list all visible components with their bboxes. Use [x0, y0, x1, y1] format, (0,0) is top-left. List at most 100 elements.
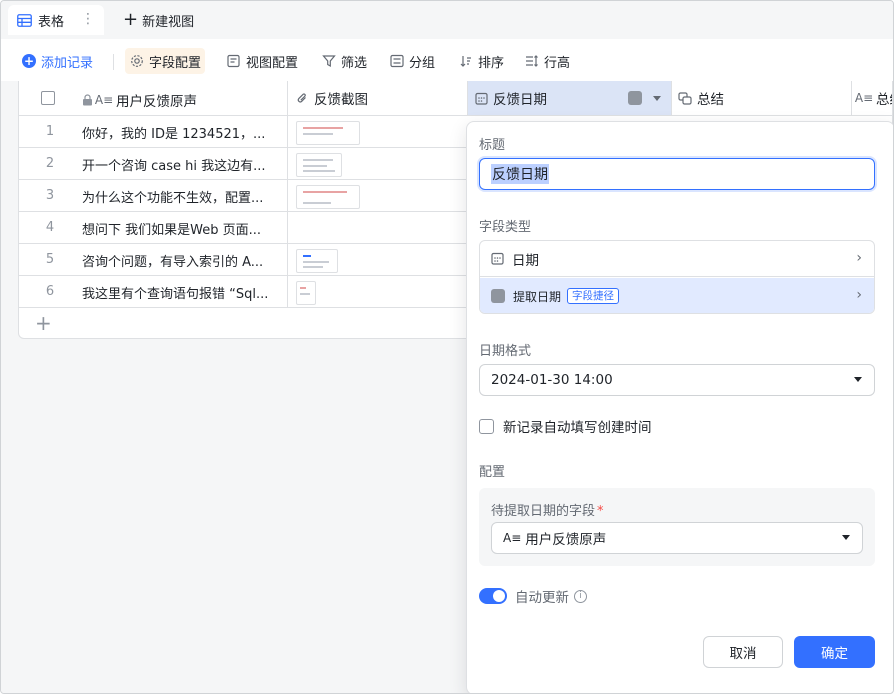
field-type-date-option[interactable]: 日期 ›	[480, 241, 874, 277]
feedback-cell[interactable]: 为什么这个功能不生效，配置...	[82, 187, 282, 206]
table-row[interactable]: 4 想问下 我们如果是Web 页面...	[19, 212, 468, 244]
date-format-value: 2024-01-30 14:00	[491, 372, 613, 388]
header-screenshot-column[interactable]: 反馈截图	[287, 81, 467, 116]
chevron-right-icon: ›	[856, 287, 862, 303]
screenshot-thumbnail[interactable]	[296, 281, 316, 305]
group-icon	[389, 54, 404, 69]
table-row[interactable]: 2 开一个咨询 case hi 我这边有...	[19, 148, 468, 180]
field-type-list: 日期 › 提取日期 字段捷径 ›	[479, 240, 875, 314]
column-header-label: 总结	[697, 92, 724, 108]
chevron-down-icon[interactable]	[653, 96, 661, 101]
feedback-cell[interactable]: 你好，我的 ID是 1234521，...	[82, 123, 282, 142]
shortcut-badge: 字段捷径	[567, 288, 620, 304]
auto-update-toggle[interactable]	[479, 588, 507, 604]
column-divider	[467, 81, 468, 116]
table-row[interactable]: 3 为什么这个功能不生效，配置...	[19, 180, 468, 212]
info-icon[interactable]: i	[574, 589, 587, 603]
row-height-label: 行高	[544, 55, 571, 71]
view-config-button[interactable]: 视图配置	[222, 48, 302, 74]
field-shortcut-option[interactable]: 提取日期 字段捷径 ›	[480, 278, 874, 313]
table-row[interactable]: 5 咨询个问题，有导入索引的 A...	[19, 244, 468, 276]
screenshot-thumbnail[interactable]	[296, 185, 360, 209]
text-field-icon: A≡	[503, 531, 522, 545]
toolbar: + 添加记录 字段配置 视图配置 筛选 分组 排序 行高	[1, 39, 893, 81]
row-height-icon	[524, 54, 539, 69]
feedback-cell[interactable]: 咨询个问题，有导入索引的 A...	[82, 251, 282, 270]
view-tabs-bar: 表格 ⋮ + 新建视图	[1, 1, 893, 39]
filter-button[interactable]: 筛选	[317, 48, 371, 74]
field-config-panel: 标题 反馈日期 字段类型 日期 › 提取日期 字段捷径 › 日期格式 2024-…	[466, 121, 893, 693]
view-config-icon	[226, 54, 241, 69]
header-primary-column[interactable]: A≡ 用户反馈原声	[19, 81, 287, 116]
source-field-select[interactable]: A≡ 用户反馈原声	[491, 522, 863, 554]
column-divider	[851, 81, 852, 116]
text-field-icon: A≡	[854, 91, 874, 105]
header-summary-column-2[interactable]: A≡ 总结	[851, 81, 892, 116]
add-record-button[interactable]: + 添加记录	[18, 48, 97, 74]
sort-label: 排序	[478, 55, 505, 71]
plus-circle-icon: +	[22, 54, 36, 68]
screenshot-thumbnail[interactable]	[296, 121, 360, 145]
field-title-value: 反馈日期	[491, 164, 549, 184]
auto-update-option: 自动更新 i	[479, 586, 587, 606]
header-summary-column[interactable]: 总结	[671, 81, 851, 116]
screenshot-thumbnail[interactable]	[296, 153, 342, 177]
caret-down-icon	[842, 535, 850, 540]
select-all-checkbox[interactable]	[41, 91, 55, 105]
required-mark: *	[597, 504, 604, 519]
feedback-cell[interactable]: 我这里有个查询语句报错 “Sql...	[82, 283, 282, 302]
field-config-label: 字段配置	[149, 55, 202, 71]
field-title-input[interactable]: 反馈日期	[479, 158, 875, 190]
title-label: 标题	[479, 138, 506, 153]
calendar-icon	[491, 252, 504, 265]
table-icon	[17, 13, 32, 27]
row-number: 4	[45, 220, 55, 235]
auto-update-label: 自动更新	[515, 590, 569, 606]
add-row-button[interactable]: +	[35, 313, 52, 333]
tab-label: 表格	[38, 14, 65, 30]
field-type-label: 字段类型	[479, 220, 532, 235]
config-section: 待提取日期的字段 * A≡ 用户反馈原声	[479, 488, 875, 566]
chevron-right-icon: ›	[856, 250, 862, 266]
confirm-button[interactable]: 确定	[794, 636, 875, 668]
new-view-button[interactable]: + 新建视图	[123, 5, 194, 35]
column-header-label: 用户反馈原声	[116, 94, 197, 110]
lock-icon	[83, 94, 92, 106]
row-number: 5	[45, 252, 55, 267]
auto-fill-option[interactable]: 新记录自动填写创建时间	[479, 416, 652, 436]
feedback-cell[interactable]: 想问下 我们如果是Web 页面...	[82, 219, 282, 238]
view-config-label: 视图配置	[246, 55, 299, 71]
more-vertical-icon[interactable]: ⋮	[81, 11, 95, 27]
header-date-column[interactable]: 反馈日期	[467, 81, 671, 116]
new-view-label: 新建视图	[142, 14, 195, 30]
group-label: 分组	[409, 55, 436, 71]
add-record-label: 添加记录	[41, 55, 94, 71]
row-number: 6	[45, 284, 55, 299]
auto-fill-label: 新记录自动填写创建时间	[503, 420, 652, 436]
feedback-cell[interactable]: 开一个咨询 case hi 我这边有...	[82, 155, 282, 174]
toolbar-divider	[113, 54, 114, 70]
row-number: 2	[45, 156, 55, 171]
auto-fill-checkbox[interactable]	[479, 418, 494, 434]
tab-table-view[interactable]: 表格 ⋮	[8, 5, 104, 35]
table-row[interactable]: 1 你好，我的 ID是 1234521，...	[19, 116, 468, 148]
field-type-date-label: 日期	[512, 252, 539, 269]
column-divider	[671, 81, 672, 116]
date-format-label: 日期格式	[479, 344, 532, 359]
config-label: 配置	[479, 465, 506, 480]
source-field-label: 待提取日期的字段 *	[491, 500, 604, 519]
plus-icon: +	[123, 9, 139, 30]
sort-button[interactable]: 排序	[454, 48, 508, 74]
date-format-select[interactable]: 2024-01-30 14:00	[479, 364, 875, 396]
group-button[interactable]: 分组	[385, 48, 439, 74]
cancel-button[interactable]: 取消	[703, 636, 783, 668]
column-header-label: 反馈截图	[314, 92, 368, 108]
field-config-button[interactable]: 字段配置	[125, 48, 206, 74]
gear-icon	[129, 54, 144, 69]
row-number: 3	[45, 188, 55, 203]
sort-icon	[458, 54, 473, 69]
table-row[interactable]: 6 我这里有个查询语句报错 “Sql...	[19, 276, 468, 308]
row-height-button[interactable]: 行高	[520, 48, 574, 74]
screenshot-thumbnail[interactable]	[296, 249, 338, 273]
column-header-label: 反馈日期	[493, 92, 547, 108]
